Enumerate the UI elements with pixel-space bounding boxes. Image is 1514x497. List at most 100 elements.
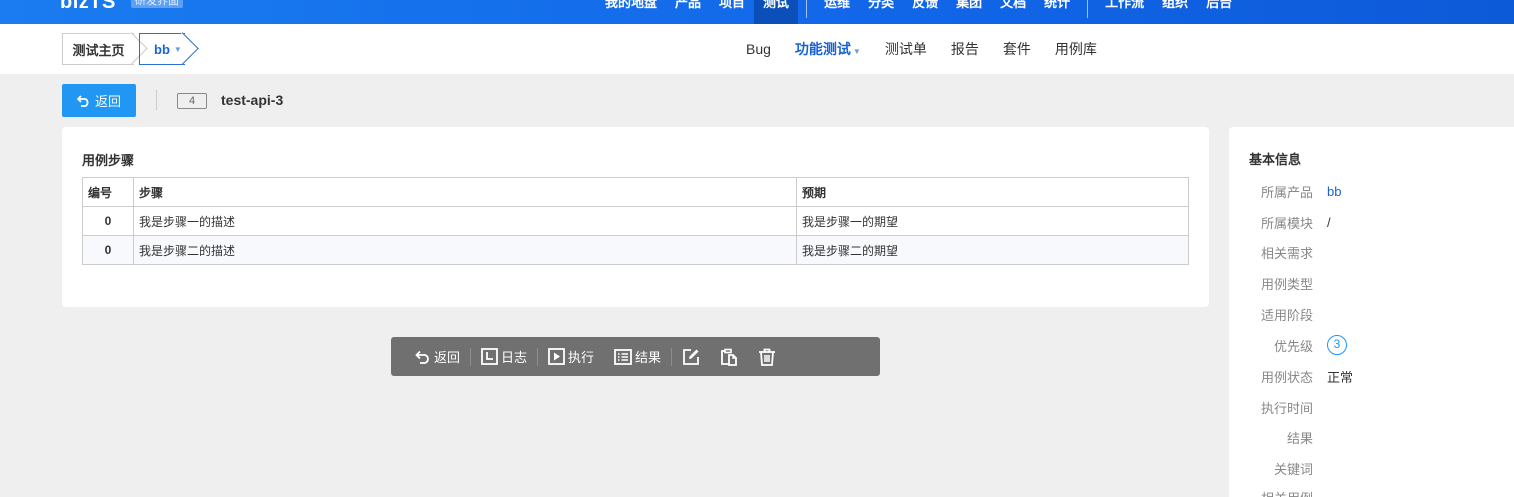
info-value: / — [1327, 214, 1331, 230]
priority-badge: 3 — [1327, 335, 1347, 355]
info-row-keywords: 关键词 — [1229, 458, 1514, 478]
toolbar-run-label: 执行 — [568, 350, 595, 365]
table-header-row: 编号 步骤 预期 — [82, 177, 1189, 207]
toolbar-run-button[interactable]: 执行 — [538, 337, 604, 376]
nav-my[interactable]: 我的地盘 — [596, 0, 666, 15]
breadcrumb-home[interactable]: 测试主页 — [62, 33, 134, 65]
column-header-expect: 预期 — [796, 177, 1189, 207]
nav-group[interactable]: 集团 — [947, 0, 991, 15]
info-row-story: 相关需求 — [1229, 242, 1514, 262]
nav-ops[interactable]: 运维 — [815, 0, 859, 15]
info-row-stage: 适用阶段 — [1229, 304, 1514, 324]
nav-divider — [806, 0, 808, 18]
play-icon — [548, 348, 565, 365]
version-badge[interactable]: 研发界面 — [131, 0, 183, 8]
column-header-step: 步骤 — [133, 177, 797, 207]
title-divider — [156, 90, 157, 110]
toolbar-log-button[interactable]: 日志 — [471, 337, 537, 376]
column-header-num: 编号 — [82, 177, 134, 207]
nav-test[interactable]: 测试 — [754, 0, 799, 24]
info-row-type: 用例类型 — [1229, 273, 1514, 293]
tab-functional-test-label: 功能测试 — [794, 41, 851, 57]
info-label: 适用阶段 — [1260, 307, 1313, 323]
sub-nav: Bug 功能测试 ▼ 测试单 报告 套件 用例库 — [734, 24, 1109, 74]
nav-org[interactable]: 组织 — [1153, 0, 1197, 15]
basic-info-panel: 基本信息 所属产品 bb 所属模块 / 相关需求 用例类型 适用阶段 优先级 3… — [1229, 127, 1514, 497]
delete-button[interactable] — [748, 337, 786, 376]
trash-icon — [759, 348, 776, 366]
nav-admin[interactable]: 后台 — [1197, 0, 1241, 15]
breadcrumb-product-label: bb — [154, 41, 170, 57]
log-icon — [481, 348, 498, 365]
info-label: 结果 — [1286, 430, 1313, 446]
nav-workflow[interactable]: 工作流 — [1096, 0, 1153, 15]
info-label: 所属模块 — [1260, 215, 1313, 231]
info-label: 相关需求 — [1260, 245, 1313, 261]
tab-caselib[interactable]: 用例库 — [1043, 39, 1109, 59]
nav-product[interactable]: 产品 — [666, 0, 710, 15]
case-id-badge: 4 — [177, 93, 207, 109]
steps-card: 用例步骤 编号 步骤 预期 0 我是步骤一的描述 我是步骤一的期望 0 我是步骤… — [62, 127, 1209, 307]
info-row-priority: 优先级 3 — [1229, 335, 1514, 355]
steps-table: 编号 步骤 预期 0 我是步骤一的描述 我是步骤一的期望 0 我是步骤二的描述 … — [82, 177, 1189, 265]
nav-project[interactable]: 项目 — [710, 0, 754, 15]
main-nav: 我的地盘 产品 项目 测试 运维 分类 反馈 集团 文档 统计 工作流 组织 后… — [596, 0, 1241, 24]
breadcrumb-home-label: 测试主页 — [72, 42, 125, 58]
tab-report[interactable]: 报告 — [939, 39, 991, 59]
toolbar-back-label: 返回 — [434, 350, 461, 365]
info-row-result: 结果 — [1229, 427, 1514, 447]
undo-icon — [415, 350, 429, 364]
info-row-exec-time: 执行时间 — [1229, 397, 1514, 417]
toolbar-result-button[interactable]: 结果 — [604, 337, 671, 376]
step-num: 0 — [82, 206, 134, 236]
info-label: 用例状态 — [1260, 369, 1313, 385]
action-toolbar: 返回 日志 执行 结果 — [391, 337, 880, 376]
toolbar-result-label: 结果 — [635, 350, 662, 365]
priority-value: 3 — [1327, 335, 1347, 355]
tab-testtask[interactable]: 测试单 — [873, 39, 939, 59]
edit-button[interactable] — [672, 337, 710, 376]
copy-icon — [721, 348, 737, 366]
top-navbar: bizTS 研发界面 我的地盘 产品 项目 测试 运维 分类 反馈 集团 文档 … — [0, 0, 1514, 24]
toolbar-log-label: 日志 — [501, 350, 528, 365]
info-label: 执行时间 — [1260, 400, 1313, 416]
info-value: 正常 — [1327, 369, 1354, 385]
info-label: 优先级 — [1273, 338, 1313, 354]
info-row-product: 所属产品 bb — [1229, 181, 1514, 201]
info-label: 相关用例 — [1229, 488, 1313, 497]
step-expect: 我是步骤二的期望 — [796, 235, 1189, 265]
toolbar-back-button[interactable]: 返回 — [405, 337, 470, 376]
table-row: 0 我是步骤一的描述 我是步骤一的期望 — [82, 206, 1189, 236]
back-button[interactable]: 返回 — [62, 84, 136, 117]
list-icon — [614, 348, 632, 365]
info-label: 用例类型 — [1260, 276, 1313, 292]
brand-logo[interactable]: bizTS — [60, 0, 116, 14]
tab-suite[interactable]: 套件 — [991, 39, 1043, 59]
step-expect: 我是步骤一的期望 — [796, 206, 1189, 236]
info-row-module: 所属模块 / — [1229, 212, 1514, 232]
page-title: test-api-3 — [221, 92, 284, 108]
breadcrumb-product[interactable]: bb ▼ — [139, 33, 185, 65]
product-link[interactable]: bb — [1327, 184, 1341, 199]
chevron-down-icon: ▼ — [852, 47, 861, 56]
edit-icon — [683, 348, 699, 365]
nav-feedback[interactable]: 反馈 — [903, 0, 947, 15]
info-label: 关键词 — [1273, 461, 1313, 477]
nav-divider — [1087, 0, 1089, 18]
table-row: 0 我是步骤二的描述 我是步骤二的期望 — [82, 235, 1189, 265]
info-row-linked-cases: 相关用例 — [1229, 487, 1514, 497]
step-num: 0 — [82, 235, 134, 265]
steps-title: 用例步骤 — [82, 153, 135, 168]
basic-info-title: 基本信息 — [1249, 152, 1302, 167]
nav-doc[interactable]: 文档 — [991, 0, 1035, 15]
nav-category[interactable]: 分类 — [859, 0, 903, 15]
tab-functional-test[interactable]: 功能测试 ▼ — [783, 39, 873, 59]
info-row-status: 用例状态 正常 — [1229, 366, 1514, 386]
step-desc: 我是步骤一的描述 — [133, 206, 797, 236]
tab-bug[interactable]: Bug — [734, 41, 783, 57]
nav-stats[interactable]: 统计 — [1035, 0, 1079, 15]
sub-header: 测试主页 bb ▼ Bug 功能测试 ▼ 测试单 报告 套件 用例库 — [0, 24, 1514, 74]
back-button-label: 返回 — [94, 94, 121, 109]
chevron-down-icon: ▼ — [173, 44, 182, 54]
copy-button[interactable] — [710, 337, 748, 376]
